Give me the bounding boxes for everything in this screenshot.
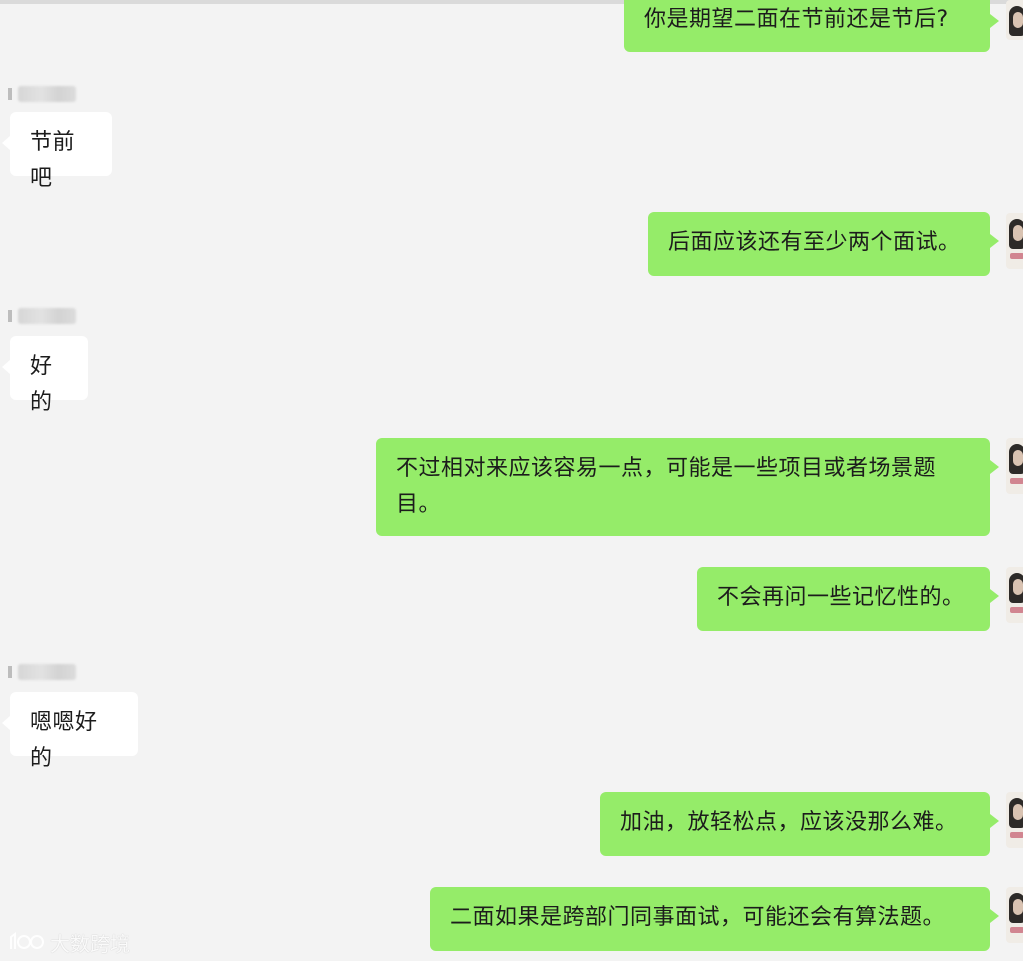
message-text: 二面如果是跨部门同事面试，可能还会有算法题。 bbox=[450, 905, 946, 930]
message-bubble-incoming[interactable]: 好的 bbox=[2, 336, 88, 415]
message-bubble-outgoing[interactable]: 加油，放轻松点，应该没那么难。 bbox=[600, 792, 999, 856]
sender-name-blurred bbox=[8, 663, 76, 681]
message-bubble-incoming[interactable]: 嗯嗯好的 bbox=[2, 692, 138, 771]
message-text: 后面应该还有至少两个面试。 bbox=[668, 230, 961, 255]
self-avatar[interactable] bbox=[1006, 567, 1023, 623]
message-text: 节前吧 bbox=[30, 130, 76, 191]
self-avatar[interactable] bbox=[1006, 0, 1023, 40]
message-bubble-incoming[interactable]: 节前吧 bbox=[2, 112, 112, 191]
sender-name-blurred bbox=[8, 307, 76, 325]
message-bubble-outgoing[interactable]: 二面如果是跨部门同事面试，可能还会有算法题。 bbox=[430, 887, 999, 951]
message-text: 不会再问一些记忆性的。 bbox=[717, 585, 965, 610]
self-avatar[interactable] bbox=[1006, 887, 1023, 943]
message-text: 加油，放轻松点，应该没那么难。 bbox=[620, 810, 958, 835]
message-text: 你是期望二面在节前还是节后? bbox=[644, 7, 949, 32]
self-avatar[interactable] bbox=[1006, 792, 1023, 848]
message-text: 嗯嗯好的 bbox=[30, 710, 98, 771]
watermark-text: 大数跨境 bbox=[50, 933, 130, 956]
message-text: 不过相对来应该容易一点，可能是一些项目或者场景题目。 bbox=[396, 456, 937, 517]
watermark: 大数跨境 bbox=[8, 928, 130, 956]
message-bubble-outgoing[interactable]: 你是期望二面在节前还是节后? bbox=[624, 0, 999, 52]
self-avatar[interactable] bbox=[1006, 438, 1023, 494]
message-bubble-outgoing[interactable]: 不过相对来应该容易一点，可能是一些项目或者场景题目。 bbox=[376, 438, 999, 536]
message-text: 好的 bbox=[30, 354, 53, 415]
sender-name-blurred bbox=[8, 85, 76, 103]
message-bubble-outgoing[interactable]: 不会再问一些记忆性的。 bbox=[697, 567, 999, 631]
self-avatar[interactable] bbox=[1006, 213, 1023, 269]
watermark-logo-icon bbox=[10, 932, 44, 949]
message-bubble-outgoing[interactable]: 后面应该还有至少两个面试。 bbox=[648, 212, 999, 276]
